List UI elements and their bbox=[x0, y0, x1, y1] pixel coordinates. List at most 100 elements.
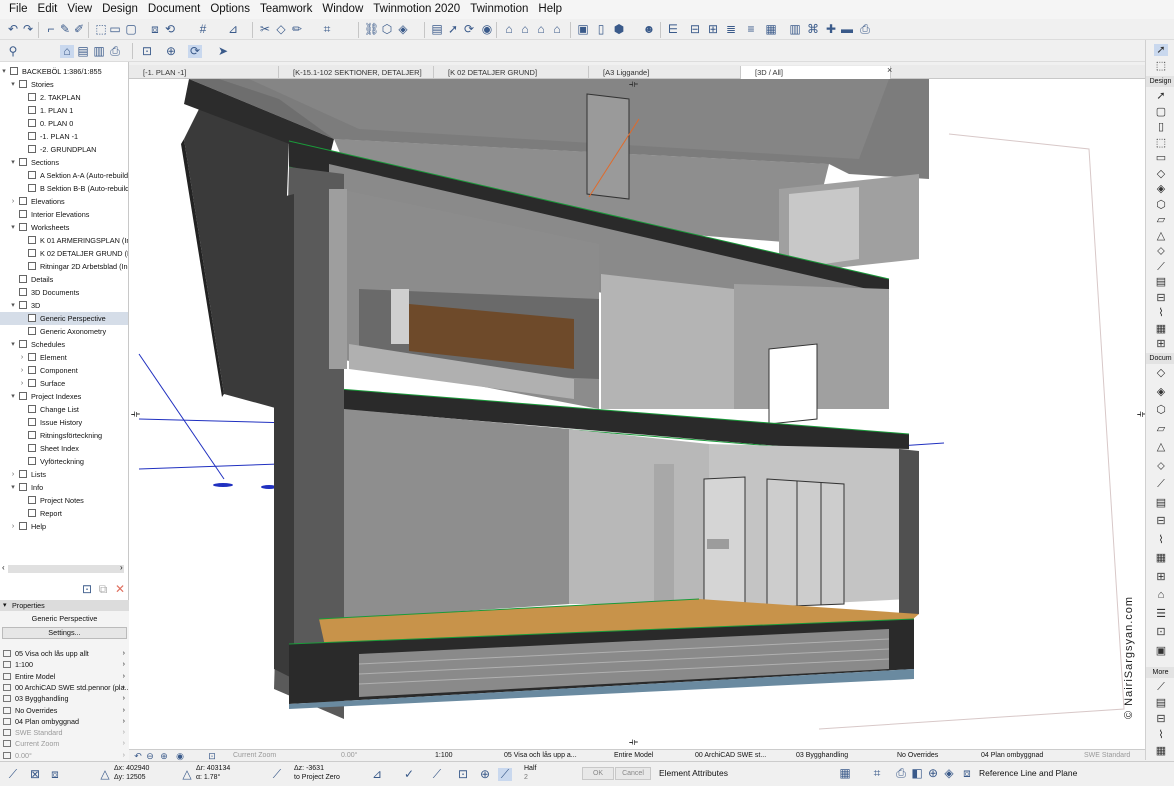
dy-value[interactable]: Δy: 12505 bbox=[114, 774, 146, 781]
element-attributes-combo[interactable]: Element Attributes bbox=[659, 768, 728, 778]
navigator-item[interactable]: 1. PLAN 1 bbox=[0, 104, 128, 117]
design-tool-icon[interactable]: △ bbox=[1154, 230, 1168, 242]
group-icon[interactable]: ▦ bbox=[764, 23, 778, 36]
document-tool-icon[interactable]: ⊟ bbox=[1154, 515, 1168, 527]
design-tool-icon[interactable]: ◈ bbox=[1154, 183, 1168, 195]
arrow-tool-icon[interactable]: ➚ bbox=[1154, 44, 1168, 56]
rotate-icon[interactable]: ⟳ bbox=[462, 23, 476, 36]
document-tool-icon[interactable]: ◇ bbox=[1154, 367, 1168, 379]
ruler-icon[interactable]: ⊿ bbox=[370, 768, 384, 781]
expand-icon[interactable]: › bbox=[18, 377, 26, 390]
expand-icon[interactable]: › bbox=[9, 520, 17, 533]
publish-icon[interactable]: ⎙ bbox=[858, 23, 872, 36]
snap-half-count[interactable]: 2 bbox=[524, 774, 528, 781]
view-map-icon[interactable]: ⌂ bbox=[60, 45, 74, 58]
tracker-icon[interactable]: ⌗ bbox=[870, 767, 884, 780]
frame-snap-icon[interactable]: ⊡ bbox=[456, 768, 470, 781]
syringe-icon[interactable]: ✎ bbox=[58, 23, 72, 36]
project-map-icon[interactable]: ▤ bbox=[76, 45, 90, 58]
relative-icon[interactable]: △ bbox=[98, 768, 112, 781]
navigator-item[interactable]: Vyförteckning bbox=[0, 455, 128, 468]
navigator-item[interactable]: › Lists bbox=[0, 468, 128, 481]
document-tool-icon[interactable]: ▦ bbox=[1154, 552, 1168, 564]
view-tab[interactable]: [K 02 DETALJER GRUND] bbox=[434, 66, 589, 79]
menu-edit[interactable]: Edit bbox=[33, 0, 63, 19]
snap-icon[interactable]: ⟲ bbox=[163, 23, 177, 36]
navigator-item[interactable]: K 01 ARMERINGSPLAN (Indepe bbox=[0, 234, 128, 247]
navigator-root[interactable]: ▾ BACKEBÖL 1:386/1:855 bbox=[0, 65, 128, 78]
navigator-item[interactable]: ▾ Project Indexes bbox=[0, 390, 128, 403]
align-icon[interactable]: ⊟ bbox=[688, 23, 702, 36]
undo-icon[interactable]: ↶ bbox=[6, 23, 20, 36]
collapse-icon[interactable]: ▾ bbox=[9, 221, 17, 234]
collapse-icon[interactable]: ▾ bbox=[9, 390, 17, 403]
menu-file[interactable]: File bbox=[4, 0, 33, 19]
angle-value[interactable]: α: 1.78° bbox=[196, 774, 220, 781]
delete-icon[interactable]: ✕ bbox=[113, 583, 127, 596]
scroll-left-icon[interactable]: ‹ bbox=[2, 563, 5, 572]
navigator-item[interactable]: -1. PLAN -1 bbox=[0, 130, 128, 143]
zoom-icon[interactable]: ⊕ bbox=[926, 767, 940, 780]
collapse-icon[interactable]: ▾ bbox=[9, 156, 17, 169]
lock-icon[interactable]: ⌘ bbox=[806, 23, 820, 36]
expand-icon[interactable]: › bbox=[18, 351, 26, 364]
navigator-item[interactable]: › Component bbox=[0, 364, 128, 377]
document-tool-icon[interactable]: ⊡ bbox=[1154, 626, 1168, 638]
design-tool-icon[interactable]: ⟋ bbox=[1154, 261, 1168, 273]
navigator-item[interactable]: › Elevations bbox=[0, 195, 128, 208]
navigator-item[interactable]: Report bbox=[0, 507, 128, 520]
stair-icon[interactable]: ⋿ bbox=[666, 23, 680, 36]
navigator-item[interactable]: Generic Perspective bbox=[0, 312, 128, 325]
dz-value[interactable]: Δz: -3631 bbox=[294, 765, 324, 772]
trace-icon[interactable]: ▭ bbox=[108, 23, 122, 36]
navigator-item[interactable]: ▾ Info bbox=[0, 481, 128, 494]
walk-icon[interactable]: ◈ bbox=[942, 767, 956, 780]
menu-twinmotion[interactable]: Twinmotion bbox=[465, 0, 533, 19]
navigator-item[interactable]: K 02 DETALJER GRUND (Indepe bbox=[0, 247, 128, 260]
distribute-icon[interactable]: ⊞ bbox=[706, 23, 720, 36]
collapse-icon[interactable]: ▾ bbox=[9, 299, 17, 312]
navigator-item[interactable]: › Element bbox=[0, 351, 128, 364]
menu-design[interactable]: Design bbox=[97, 0, 143, 19]
property-row[interactable]: Current Zoom › bbox=[0, 738, 129, 749]
document-tool-icon[interactable]: ◈ bbox=[1154, 386, 1168, 398]
expand-icon[interactable]: › bbox=[9, 195, 17, 208]
navigator-item[interactable]: Interior Elevations bbox=[0, 208, 128, 221]
more-tool-icon[interactable]: ▦ bbox=[1154, 745, 1168, 757]
sheet-icon[interactable]: ▬ bbox=[840, 23, 854, 36]
grid-display-icon[interactable]: ▦ bbox=[838, 767, 852, 780]
navigator-item[interactable]: Project Notes bbox=[0, 494, 128, 507]
menu-window[interactable]: Window bbox=[317, 0, 368, 19]
document-tool-icon[interactable]: ☰ bbox=[1154, 608, 1168, 620]
navigator-item[interactable]: Issue History bbox=[0, 416, 128, 429]
snap-grid-icon[interactable]: ⟋ bbox=[498, 768, 512, 781]
3d-viewport[interactable]: ⟛ ⟛ ⟛ ⟛ © NairiSargsyan.com bbox=[129, 79, 1145, 749]
collapse-icon[interactable]: ▾ bbox=[9, 338, 17, 351]
tag-icon[interactable]: ✚ bbox=[824, 23, 838, 36]
document-tool-icon[interactable]: ⌂ bbox=[1154, 589, 1168, 601]
arrow-tool-icon[interactable]: ➤ bbox=[216, 45, 230, 58]
snap-target-icon[interactable]: ⊕ bbox=[478, 768, 492, 781]
menu-teamwork[interactable]: Teamwork bbox=[255, 0, 317, 19]
property-row[interactable]: 04 Plan ombyggnad › bbox=[0, 716, 129, 727]
display-icon[interactable]: ⎙ bbox=[894, 767, 908, 780]
navigator-item[interactable]: Generic Axonometry bbox=[0, 325, 128, 338]
house-icon[interactable]: ⌂ bbox=[502, 23, 516, 36]
navigator-item[interactable]: Change List bbox=[0, 403, 128, 416]
magic-wand-icon[interactable]: ⬚ bbox=[94, 23, 108, 36]
design-tool-icon[interactable]: ▦ bbox=[1154, 323, 1168, 335]
menu-help[interactable]: Help bbox=[533, 0, 567, 19]
property-row[interactable]: No Overrides › bbox=[0, 705, 129, 716]
zoom-icon[interactable]: ⊕ bbox=[164, 45, 178, 58]
stack-icon[interactable]: ≡ bbox=[744, 23, 758, 36]
navigator-item[interactable]: Details bbox=[0, 273, 128, 286]
document-tool-icon[interactable]: ⌇ bbox=[1154, 534, 1168, 546]
design-tool-icon[interactable]: ◇ bbox=[1154, 168, 1168, 180]
design-tool-icon[interactable]: ⬦ bbox=[1154, 245, 1168, 257]
collapse-icon[interactable]: ▾ bbox=[9, 78, 17, 91]
publisher-icon[interactable]: ⎙ bbox=[108, 45, 122, 58]
dropdown-icon[interactable]: ◈ bbox=[396, 23, 410, 36]
view-tab[interactable]: [3D / All] bbox=[741, 66, 891, 79]
navigator-item[interactable]: › Help bbox=[0, 520, 128, 533]
coordinate-icon[interactable]: ⊠ bbox=[28, 768, 42, 781]
